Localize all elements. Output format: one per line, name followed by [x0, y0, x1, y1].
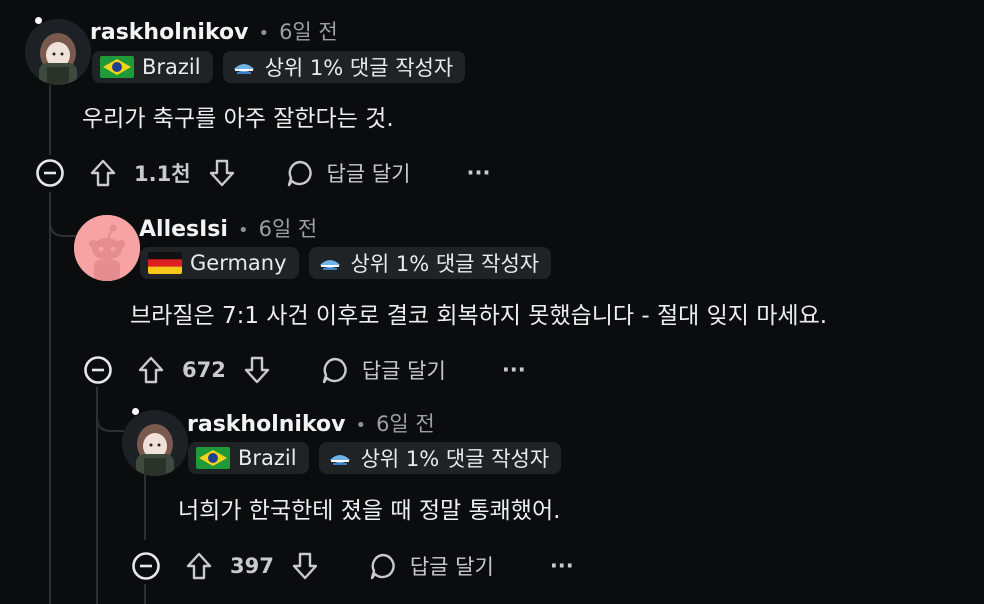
timestamp[interactable]: 6일 전	[259, 213, 318, 243]
country-flair: Brazil	[92, 51, 213, 83]
top-commenter-flair[interactable]: 상위 1% 댓글 작성자	[222, 51, 466, 83]
separator-dot: •	[258, 23, 270, 44]
country-flair: Brazil	[188, 442, 309, 474]
downvote-icon[interactable]	[242, 355, 272, 385]
brazil-flag-icon	[196, 447, 230, 469]
reply-button[interactable]: 답글 달기	[362, 355, 446, 385]
comment-actions: 672 답글 달기 ···	[82, 355, 526, 385]
downvote-icon[interactable]	[207, 158, 237, 188]
flair-country-label: Brazil	[238, 446, 297, 470]
antenna-dot	[132, 408, 139, 415]
thread-line-main[interactable]	[49, 85, 51, 155]
thread-connector	[49, 192, 77, 237]
flair-row: Brazil 상위 1% 댓글 작성자	[92, 51, 466, 83]
top-commenter-icon	[329, 455, 350, 465]
upvote-icon[interactable]	[88, 158, 118, 188]
comment-body: 우리가 축구를 아주 잘한다는 것.	[82, 106, 394, 132]
flair-row: Germany 상위 1% 댓글 작성자	[140, 247, 552, 279]
comment-body: 브라질은 7:1 사건 이후로 결코 회복하지 못했습니다 - 절대 잊지 마세…	[130, 303, 828, 329]
reply-button[interactable]: 답글 달기	[327, 158, 411, 188]
comment-header: raskholnikov • 6일 전	[90, 16, 338, 46]
flair-badge-label: 상위 1% 댓글 작성자	[350, 252, 540, 276]
timestamp[interactable]: 6일 전	[279, 16, 338, 46]
separator-dot: •	[237, 220, 249, 241]
upvote-icon[interactable]	[184, 551, 214, 581]
username[interactable]: raskholnikov	[90, 20, 248, 45]
avatar[interactable]	[25, 19, 91, 85]
reply-icon[interactable]	[285, 158, 315, 188]
brazil-flag-icon	[100, 56, 134, 78]
timestamp[interactable]: 6일 전	[376, 408, 435, 438]
username[interactable]: AllesIsi	[139, 217, 228, 242]
flair-country-label: Brazil	[142, 55, 201, 79]
avatar[interactable]	[122, 410, 188, 476]
more-options-icon[interactable]: ···	[502, 358, 526, 382]
more-options-icon[interactable]: ···	[550, 554, 574, 578]
thread-line-main[interactable]	[49, 192, 51, 604]
top-commenter-icon	[319, 260, 340, 270]
thread-line-level3[interactable]	[144, 584, 146, 604]
vote-count: 397	[230, 554, 274, 578]
vote-count: 672	[182, 358, 226, 382]
avatar[interactable]	[74, 215, 140, 281]
collapse-icon[interactable]	[130, 551, 162, 581]
comment-actions: 397 답글 달기 ···	[130, 551, 574, 581]
comment-actions: 1.1천 답글 달기 ···	[34, 158, 490, 188]
reply-icon[interactable]	[368, 551, 398, 581]
top-commenter-flair[interactable]: 상위 1% 댓글 작성자	[318, 442, 562, 474]
flair-badge-label: 상위 1% 댓글 작성자	[264, 56, 454, 80]
flair-row: Brazil 상위 1% 댓글 작성자	[188, 442, 562, 474]
country-flair: Germany	[140, 247, 299, 279]
reply-button[interactable]: 답글 달기	[410, 551, 494, 581]
flair-badge-label: 상위 1% 댓글 작성자	[360, 447, 550, 471]
top-commenter-flair[interactable]: 상위 1% 댓글 작성자	[308, 247, 552, 279]
flair-country-label: Germany	[190, 251, 287, 275]
collapse-icon[interactable]	[34, 158, 66, 188]
germany-flag-icon	[148, 252, 182, 274]
separator-dot: •	[355, 415, 367, 436]
vote-count: 1.1천	[134, 162, 191, 186]
comment-header: AllesIsi • 6일 전	[139, 213, 317, 243]
downvote-icon[interactable]	[290, 551, 320, 581]
antenna-dot	[35, 17, 42, 24]
comment-body: 너희가 한국한테 졌을 때 정말 통쾌했어.	[178, 498, 561, 524]
top-commenter-icon	[233, 64, 254, 74]
collapse-icon[interactable]	[82, 355, 114, 385]
comment-header: raskholnikov • 6일 전	[187, 408, 435, 438]
reply-icon[interactable]	[320, 355, 350, 385]
more-options-icon[interactable]: ···	[467, 161, 491, 185]
username[interactable]: raskholnikov	[187, 412, 345, 437]
upvote-icon[interactable]	[136, 355, 166, 385]
thread-connector	[96, 387, 124, 432]
